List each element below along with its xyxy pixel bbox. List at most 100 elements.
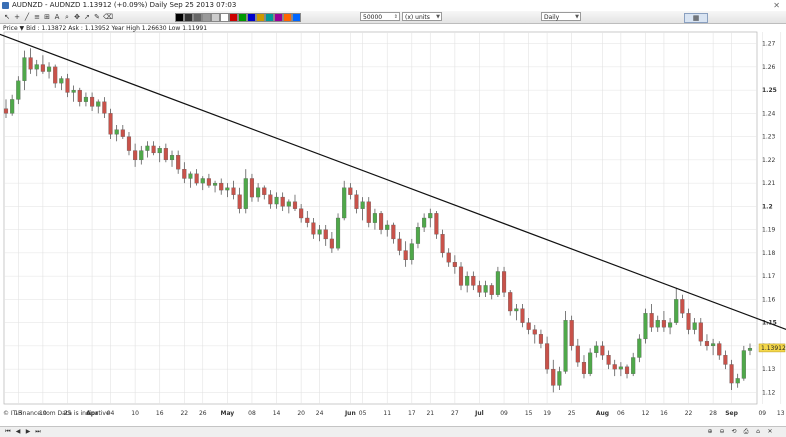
candle-body[interactable] bbox=[139, 150, 144, 161]
candle-body[interactable] bbox=[219, 182, 224, 191]
candle-body[interactable] bbox=[711, 343, 716, 347]
reset-icon[interactable]: ⟲ bbox=[730, 428, 738, 436]
candle-body[interactable] bbox=[649, 313, 654, 328]
candle-body[interactable] bbox=[77, 89, 82, 102]
candle-body[interactable] bbox=[465, 275, 470, 286]
candle-body[interactable] bbox=[545, 343, 550, 370]
candle-body[interactable] bbox=[231, 187, 236, 195]
candle-body[interactable] bbox=[489, 285, 494, 295]
candle-body[interactable] bbox=[538, 334, 543, 344]
candle-body[interactable] bbox=[225, 187, 230, 191]
candle-body[interactable] bbox=[262, 187, 267, 195]
candle-body[interactable] bbox=[34, 64, 39, 70]
candle-body[interactable] bbox=[532, 329, 537, 335]
candle-body[interactable] bbox=[643, 313, 648, 340]
candle-body[interactable] bbox=[735, 378, 740, 384]
candle-body[interactable] bbox=[299, 208, 304, 219]
candle-body[interactable] bbox=[83, 96, 88, 102]
candle-body[interactable] bbox=[563, 320, 568, 372]
candle-body[interactable] bbox=[409, 243, 414, 260]
candle-body[interactable] bbox=[747, 348, 753, 351]
candle-body[interactable] bbox=[237, 194, 242, 209]
candle-body[interactable] bbox=[348, 187, 353, 195]
home-icon[interactable]: ⌂ bbox=[754, 428, 762, 436]
candle-body[interactable] bbox=[471, 275, 476, 286]
candle-body[interactable] bbox=[311, 222, 316, 235]
first-page-icon[interactable]: ⏮ bbox=[4, 428, 12, 436]
zoom-out-icon[interactable]: ⊖ bbox=[718, 428, 726, 436]
candle-body[interactable] bbox=[606, 355, 611, 365]
candle-body[interactable] bbox=[680, 299, 685, 314]
candle-body[interactable] bbox=[452, 262, 457, 267]
candle-body[interactable] bbox=[323, 229, 328, 240]
candle-body[interactable] bbox=[71, 89, 76, 93]
candle-body[interactable] bbox=[446, 252, 451, 263]
candle-body[interactable] bbox=[114, 129, 119, 135]
candle-body[interactable] bbox=[28, 57, 33, 70]
candle-body[interactable] bbox=[243, 178, 248, 209]
candle-body[interactable] bbox=[163, 148, 168, 161]
candle-body[interactable] bbox=[514, 308, 519, 312]
candle-body[interactable] bbox=[612, 364, 617, 370]
candle-body[interactable] bbox=[16, 80, 21, 100]
candle-body[interactable] bbox=[379, 213, 384, 230]
candle-body[interactable] bbox=[274, 196, 279, 205]
candle-body[interactable] bbox=[717, 343, 722, 356]
candle-body[interactable] bbox=[182, 169, 187, 179]
candle-body[interactable] bbox=[176, 155, 181, 170]
candle-body[interactable] bbox=[618, 366, 623, 370]
last-page-icon[interactable]: ⏭ bbox=[34, 428, 42, 436]
candle-body[interactable] bbox=[434, 213, 439, 235]
candle-body[interactable] bbox=[581, 361, 587, 374]
candle-body[interactable] bbox=[440, 234, 445, 254]
candle-body[interactable] bbox=[256, 187, 261, 198]
candle-body[interactable] bbox=[286, 201, 291, 207]
candle-body[interactable] bbox=[428, 213, 433, 219]
print-icon[interactable]: ⎙ bbox=[742, 428, 750, 436]
next-page-icon[interactable]: ▶ bbox=[24, 428, 32, 436]
candle-body[interactable] bbox=[637, 338, 642, 358]
candle-body[interactable] bbox=[59, 78, 64, 84]
candle-body[interactable] bbox=[108, 113, 113, 135]
candle-body[interactable] bbox=[698, 322, 703, 342]
candle-body[interactable] bbox=[741, 350, 746, 379]
candle-body[interactable] bbox=[661, 320, 666, 328]
candle-body[interactable] bbox=[96, 101, 101, 107]
candle-body[interactable] bbox=[692, 322, 697, 330]
candle-body[interactable] bbox=[317, 229, 322, 235]
candle-body[interactable] bbox=[686, 313, 691, 330]
candle-body[interactable] bbox=[292, 201, 298, 209]
candle-body[interactable] bbox=[157, 148, 162, 154]
candle-body[interactable] bbox=[145, 145, 150, 151]
candle-body[interactable] bbox=[329, 238, 334, 249]
candle-body[interactable] bbox=[90, 96, 95, 107]
candle-body[interactable] bbox=[354, 194, 359, 209]
candle-body[interactable] bbox=[668, 322, 673, 328]
candle-body[interactable] bbox=[415, 227, 421, 244]
candle-body[interactable] bbox=[194, 173, 199, 184]
candle-body[interactable] bbox=[10, 99, 15, 114]
candle-body[interactable] bbox=[342, 187, 347, 219]
candle-body[interactable] bbox=[483, 285, 488, 293]
candle-body[interactable] bbox=[126, 136, 132, 151]
candle-body[interactable] bbox=[249, 178, 255, 198]
candle-body[interactable] bbox=[501, 271, 507, 293]
candle-body[interactable] bbox=[133, 150, 138, 161]
candle-body[interactable] bbox=[588, 352, 593, 374]
candle-body[interactable] bbox=[188, 173, 193, 179]
candle-body[interactable] bbox=[575, 345, 580, 363]
candle-body[interactable] bbox=[526, 322, 531, 330]
candle-body[interactable] bbox=[372, 213, 377, 223]
candle-body[interactable] bbox=[3, 108, 9, 114]
candle-body[interactable] bbox=[46, 66, 52, 72]
candle-body[interactable] bbox=[213, 182, 218, 186]
candle-body[interactable] bbox=[169, 155, 175, 161]
candle-body[interactable] bbox=[520, 308, 525, 323]
price-chart[interactable]: 1.121.131.141.151.161.171.181.191.21.211… bbox=[0, 0, 786, 436]
candle-body[interactable] bbox=[729, 364, 734, 384]
candle-body[interactable] bbox=[723, 355, 728, 365]
candle-body[interactable] bbox=[120, 129, 125, 137]
candle-body[interactable] bbox=[65, 78, 70, 93]
candle-body[interactable] bbox=[305, 217, 310, 223]
candle-body[interactable] bbox=[385, 224, 390, 230]
